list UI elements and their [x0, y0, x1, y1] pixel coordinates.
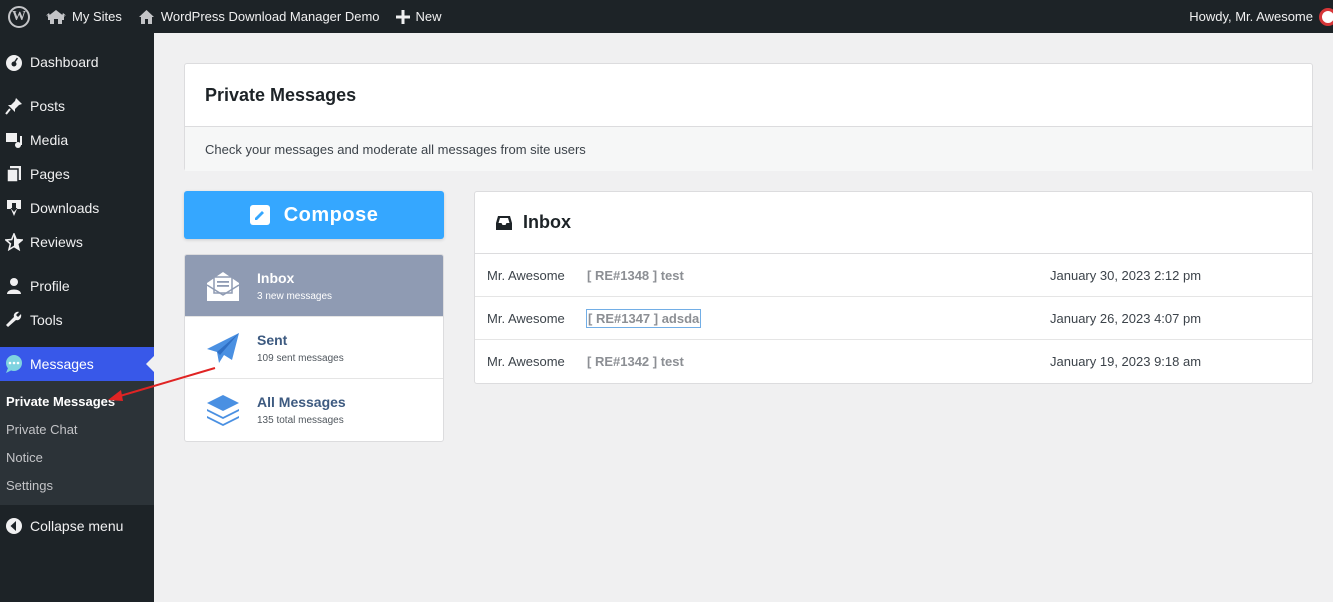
- page-description: Check your messages and moderate all mes…: [185, 127, 1312, 171]
- my-sites-link[interactable]: My Sites: [38, 0, 130, 33]
- download-icon: [4, 198, 24, 218]
- menu-pages[interactable]: Pages: [0, 157, 154, 191]
- folder-inbox-count: 3 new messages: [257, 290, 333, 302]
- folder-inbox[interactable]: Inbox 3 new messages: [185, 255, 443, 317]
- menu-downloads[interactable]: Downloads: [0, 191, 154, 225]
- menu-messages-label: Messages: [30, 356, 94, 372]
- message-date: January 30, 2023 2:12 pm: [1050, 267, 1202, 283]
- menu-media-label: Media: [30, 132, 69, 148]
- inbox-header: Inbox: [475, 192, 1312, 254]
- account-menu[interactable]: Howdy, Mr. Awesome: [1181, 0, 1333, 33]
- folder-all-messages[interactable]: All Messages 135 total messages: [185, 379, 443, 441]
- wrench-icon: [4, 310, 24, 330]
- message-subject-link[interactable]: [ RE#1342 ] test: [587, 354, 684, 369]
- new-content-link[interactable]: New: [388, 0, 450, 33]
- folder-all-count: 135 total messages: [257, 415, 344, 426]
- submenu-notice[interactable]: Notice: [0, 443, 154, 471]
- menu-pages-label: Pages: [30, 166, 70, 182]
- menu-reviews-label: Reviews: [30, 234, 83, 250]
- page-header-card: Private Messages Check your messages and…: [184, 63, 1313, 171]
- message-date: January 26, 2023 4:07 pm: [1050, 310, 1202, 326]
- site-name-link[interactable]: WordPress Download Manager Demo: [130, 0, 388, 33]
- menu-posts-label: Posts: [30, 98, 66, 114]
- site-name-label: WordPress Download Manager Demo: [160, 9, 380, 24]
- dashboard-icon: [4, 52, 24, 72]
- plus-icon: [395, 9, 410, 24]
- menu-posts[interactable]: Posts: [0, 89, 154, 123]
- collapse-menu-button[interactable]: Collapse menu: [0, 509, 154, 543]
- star-icon: [4, 232, 24, 252]
- compose-label: Compose: [283, 203, 379, 226]
- sites-icon: [46, 9, 66, 24]
- message-sender: Mr. Awesome: [487, 310, 565, 326]
- menu-media[interactable]: Media: [0, 123, 154, 157]
- submenu-private-chat[interactable]: Private Chat: [0, 415, 154, 443]
- paper-plane-icon: [203, 328, 243, 368]
- submenu-private-messages[interactable]: Private Messages: [0, 387, 154, 415]
- folder-list: Inbox 3 new messages Sent 109 sent messa…: [184, 254, 444, 442]
- message-row[interactable]: Mr. Awesome [ RE#1347 ] adsda January 26…: [475, 297, 1312, 340]
- menu-tools-label: Tools: [30, 312, 63, 328]
- new-label: New: [415, 9, 442, 24]
- collapse-menu-label: Collapse menu: [30, 518, 124, 534]
- folder-sent[interactable]: Sent 109 sent messages: [185, 317, 443, 379]
- inbox-panel: Inbox Mr. Awesome [ RE#1348 ] test Janua…: [474, 191, 1313, 384]
- admin-bar: W My Sites WordPress Download Manager De…: [0, 0, 1333, 33]
- pages-icon: [4, 164, 24, 184]
- admin-sidebar: Dashboard Posts Media Pages Downloads Re…: [0, 33, 154, 602]
- menu-profile-label: Profile: [30, 278, 70, 294]
- message-row[interactable]: Mr. Awesome [ RE#1342 ] test January 19,…: [475, 340, 1312, 383]
- message-date: January 19, 2023 9:18 am: [1050, 354, 1202, 369]
- message-subject-link[interactable]: [ RE#1348 ] test: [587, 268, 684, 283]
- menu-messages[interactable]: Messages: [0, 347, 154, 381]
- message-subject-link[interactable]: [ RE#1347 ] adsda: [585, 308, 702, 328]
- message-sender: Mr. Awesome: [487, 354, 565, 369]
- wordpress-logo[interactable]: W: [0, 0, 38, 33]
- menu-reviews[interactable]: Reviews: [0, 225, 154, 259]
- wordpress-icon: W: [8, 5, 30, 28]
- page-title: Private Messages: [185, 64, 1312, 127]
- message-sender: Mr. Awesome: [487, 267, 565, 283]
- home-icon: [138, 9, 154, 24]
- folder-all-title: All Messages: [257, 394, 346, 410]
- menu-profile[interactable]: Profile: [0, 269, 154, 303]
- avatar: [1319, 7, 1333, 26]
- folder-sent-title: Sent: [257, 331, 288, 348]
- pin-icon: [4, 96, 24, 116]
- menu-downloads-label: Downloads: [30, 200, 100, 216]
- user-icon: [4, 276, 24, 296]
- inbox-tray-icon: [495, 215, 513, 231]
- compose-button[interactable]: Compose: [184, 191, 444, 239]
- inbox-title: Inbox: [523, 212, 571, 232]
- layers-icon: [203, 390, 243, 430]
- collapse-icon: [4, 516, 24, 536]
- submenu-settings[interactable]: Settings: [0, 471, 154, 499]
- menu-tools[interactable]: Tools: [0, 303, 154, 337]
- message-row[interactable]: Mr. Awesome [ RE#1348 ] test January 30,…: [475, 254, 1312, 297]
- menu-dashboard[interactable]: Dashboard: [0, 45, 154, 79]
- menu-dashboard-label: Dashboard: [30, 54, 99, 70]
- messages-submenu: Private Messages Private Chat Notice Set…: [0, 381, 154, 505]
- folder-sent-count: 109 sent messages: [257, 352, 344, 364]
- folder-inbox-title: Inbox: [257, 269, 295, 286]
- envelope-open-icon: [203, 266, 243, 306]
- my-sites-label: My Sites: [72, 9, 122, 24]
- chat-icon: [4, 354, 24, 374]
- greeting-text: Howdy, Mr. Awesome: [1189, 9, 1313, 24]
- media-icon: [4, 130, 24, 150]
- edit-icon: [249, 205, 270, 225]
